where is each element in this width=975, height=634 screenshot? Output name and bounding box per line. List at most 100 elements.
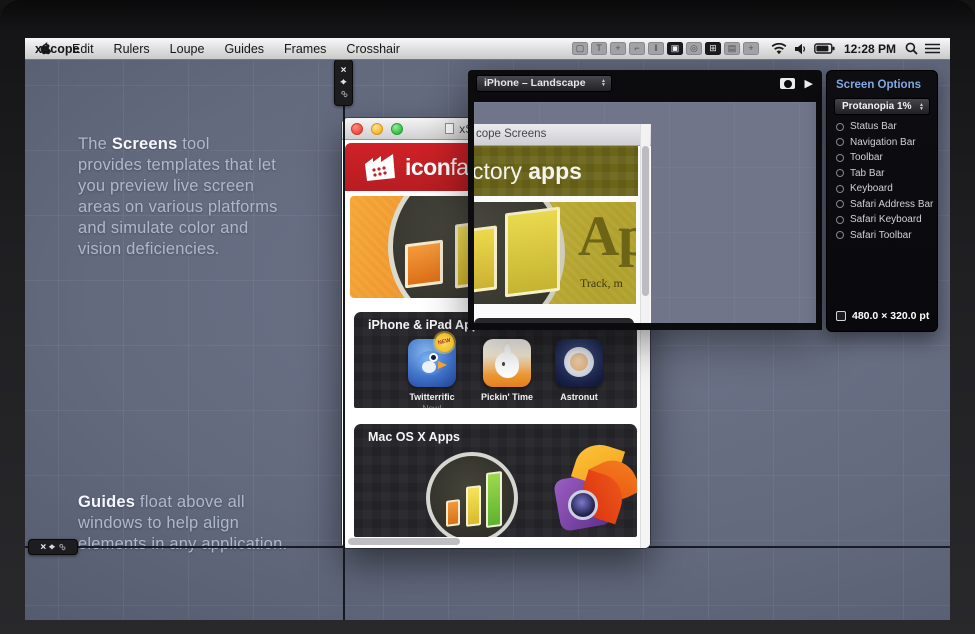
menu-guides[interactable]: Guides [214,42,274,56]
tool-crosshair-icon[interactable]: + [610,42,626,55]
option-label: Safari Address Bar [850,199,933,210]
option-toolbar[interactable]: Toolbar [836,152,937,163]
horizontal-guide-handle[interactable]: × ⌖ ∞ [28,539,78,555]
option-tab-bar[interactable]: Tab Bar [836,168,937,179]
overlay-toolbar[interactable]: iPhone – Landscape ▲▼ ▶ [468,70,822,96]
app-new-label: New! [400,403,464,408]
horizontal-scrollbar-thumb[interactable] [348,538,460,545]
app-astronut[interactable]: Astronut [547,339,611,402]
play-icon[interactable]: ▶ [805,77,813,90]
option-safari-keyboard[interactable]: Safari Keyboard [836,214,937,225]
filtered-scrollbar-thumb [642,146,649,296]
battery-icon[interactable] [814,43,835,54]
brand-bold: icon [405,154,450,180]
document-proxy-icon [445,123,454,134]
tool-text-icon[interactable]: T [591,42,607,55]
screens-callout-text: The Screens tool provides templates that… [78,134,278,260]
menu-bar-clock[interactable]: 12:28 PM [842,42,898,56]
tool-overlay-icon[interactable]: + [743,42,759,55]
tool-screens-icon[interactable]: ▣ [667,42,683,55]
section-title: Mac OS X Apps [354,424,637,444]
app-name: Astronut [547,392,611,402]
down-arrow-icon: ▼ [601,83,606,87]
stepper-icon: ▲▼ [919,103,924,111]
bunny-head [495,352,519,378]
option-navigation-bar[interactable]: Navigation Bar [836,137,937,148]
menu-crosshair[interactable]: Crosshair [336,42,410,56]
astronaut-face [570,353,588,371]
link-icon[interactable]: ∞ [55,540,68,553]
app-pickin-time[interactable]: Pickin' Time [475,339,539,402]
minimize-button[interactable] [371,123,383,135]
vertical-guide-handle[interactable]: × ⌖ ∞ [334,59,353,106]
radio-icon[interactable] [836,169,844,177]
menu-loupe[interactable]: Loupe [160,42,215,56]
close-icon[interactable]: × [341,65,347,76]
option-safari-address-bar[interactable]: Safari Address Bar [836,199,937,210]
option-safari-toolbar[interactable]: Safari Toolbar [836,230,937,241]
callout-text: The [78,135,112,153]
down-arrow-icon: ▼ [919,107,924,111]
option-label: Keyboard [850,183,893,194]
tool-columns-icon[interactable]: ‖ [648,42,664,55]
overlay-filtered-preview: cope Screens ctory apps Ap Track, m [474,102,816,323]
radio-icon[interactable] [836,200,844,208]
screens-overlay-frame[interactable]: iPhone – Landscape ▲▼ ▶ cope Screens cto… [468,70,822,330]
filtered-scrollbar [640,124,650,323]
menu-frames[interactable]: Frames [274,42,336,56]
screen-options-panel: Screen Options Protanopia 1% ▲▼ Status B… [826,70,938,332]
radio-icon[interactable] [836,231,844,239]
overlay-border[interactable]: cope Screens ctory apps Ap Track, m [468,96,822,330]
tool-guides-icon[interactable]: ⊞ [705,42,721,55]
list-menu-icon[interactable] [925,43,940,54]
volume-icon[interactable] [794,43,807,55]
simulation-dropdown-value: Protanopia 1% [842,101,911,112]
tool-dimensions-icon[interactable]: ▢ [572,42,588,55]
simulation-dropdown[interactable]: Protanopia 1% ▲▼ [834,98,930,115]
app-name: Pickin' Time [475,392,539,402]
screen: The Screens tool provides templates that… [25,38,950,620]
bird-beak [438,361,447,369]
radio-icon[interactable] [836,138,844,146]
radio-icon[interactable] [836,154,844,162]
stepper-icon: ▲▼ [601,79,606,87]
option-keyboard[interactable]: Keyboard [836,183,937,194]
option-label: Status Bar [850,121,897,132]
radio-icon[interactable] [836,185,844,193]
app-twitterrific[interactable]: NEW Twitterrific New! [400,339,464,408]
tool-loupe-icon[interactable]: ◎ [686,42,702,55]
link-icon[interactable]: ∞ [337,88,350,101]
close-button[interactable] [351,123,363,135]
checkbox-icon[interactable] [836,311,846,321]
spotlight-search-icon[interactable] [905,42,918,55]
tool-rulers-icon[interactable]: ⌐ [629,42,645,55]
wifi-icon[interactable] [771,43,787,55]
vertical-guide-line[interactable] [343,60,345,620]
option-status-bar[interactable]: Status Bar [836,121,937,132]
xscope-app-icon[interactable] [426,452,518,537]
menu-rulers[interactable]: Rulers [104,42,160,56]
move-icon[interactable]: ⌖ [49,542,55,553]
template-dropdown[interactable]: iPhone – Landscape ▲▼ [476,75,612,92]
radio-icon[interactable] [836,123,844,131]
chart-bar-yellow [466,485,481,527]
window-controls [351,123,403,135]
option-label: Tab Bar [850,168,884,179]
camera-icon[interactable] [780,78,795,89]
filtered-chart-bar [505,207,560,298]
astronut-app-icon[interactable] [555,339,603,387]
menu-xscope[interactable]: xScope [25,42,89,56]
close-icon[interactable]: × [40,542,46,553]
pickin-time-app-icon[interactable] [483,339,531,387]
filtered-title-text: cope Screens [476,128,546,140]
menu-bar-status: ▢ T + ⌐ ‖ ▣ ◎ ⊞ ▤ + 12:28 PM [572,42,950,56]
section-mac-apps: Mac OS X Apps [354,424,637,537]
bunny-eye [502,362,505,366]
filtered-site-header: ctory apps [474,146,638,196]
filtered-titlebar: cope Screens [474,124,651,146]
tool-frames-icon[interactable]: ▤ [724,42,740,55]
twitterrific-app-icon[interactable]: NEW [408,339,456,387]
radio-icon[interactable] [836,216,844,224]
brand-bold: apps [522,158,582,184]
zoom-button[interactable] [391,123,403,135]
